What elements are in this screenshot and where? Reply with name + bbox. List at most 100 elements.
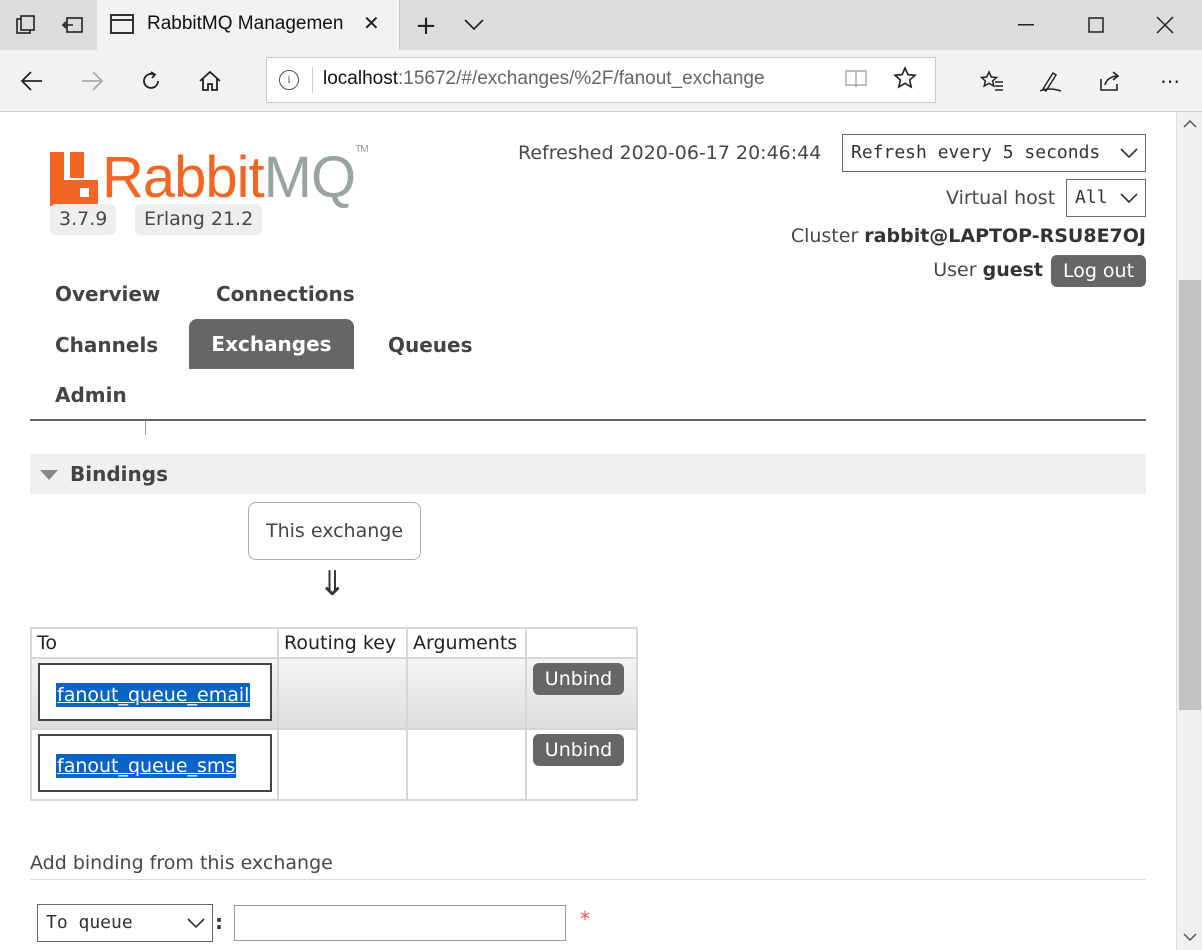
user-name: guest bbox=[982, 259, 1043, 281]
column-header-routing-key: Routing key bbox=[277, 627, 408, 659]
collapse-triangle-icon bbox=[40, 470, 58, 480]
tab-title: RabbitMQ Managemen bbox=[147, 13, 344, 34]
address-bar[interactable]: i localhost:15672/#/exchanges/%2F/fanout… bbox=[266, 57, 936, 103]
logo-tm-text: TM bbox=[355, 144, 368, 155]
url-text[interactable]: localhost:15672/#/exchanges/%2F/fanout_e… bbox=[323, 68, 765, 90]
user-info: User guest bbox=[933, 259, 1043, 281]
reading-view-icon[interactable] bbox=[845, 68, 867, 93]
destination-type-select[interactable]: To queue bbox=[37, 904, 213, 942]
maximize-icon[interactable] bbox=[1076, 10, 1116, 40]
scroll-up-icon[interactable] bbox=[1183, 116, 1197, 132]
vhost-value: All bbox=[1075, 187, 1108, 208]
nav-channels[interactable]: Channels bbox=[55, 333, 158, 357]
back-icon[interactable] bbox=[15, 65, 49, 97]
tab-list-chevron-icon[interactable] bbox=[461, 12, 487, 38]
binding-destination-cell: fanout_queue_sms bbox=[30, 728, 279, 801]
routing-key-cell bbox=[277, 728, 408, 801]
browser-tab-active[interactable]: RabbitMQ Managemen ✕ bbox=[97, 0, 400, 50]
rabbitmq-logo-icon bbox=[50, 152, 100, 206]
more-options-icon[interactable]: ⋯ bbox=[1154, 65, 1188, 97]
add-binding-divider bbox=[30, 879, 1146, 880]
routing-key-cell bbox=[277, 657, 408, 730]
colon-separator: : bbox=[215, 910, 223, 934]
add-binding-title: Add binding from this exchange bbox=[30, 852, 333, 874]
bindings-title: Bindings bbox=[70, 462, 168, 486]
bindings-table: To Routing key Arguments fanout_queue_em… bbox=[30, 627, 638, 801]
cluster-info: Cluster rabbit@LAPTOP-RSU8E7OJ bbox=[791, 225, 1146, 247]
vhost-label: Virtual host bbox=[946, 187, 1056, 209]
column-header-actions bbox=[525, 627, 638, 659]
nav-divider-tick bbox=[145, 421, 146, 435]
refresh-interval-select[interactable]: Refresh every 5 seconds bbox=[842, 134, 1146, 172]
action-cell: Unbind bbox=[525, 657, 638, 730]
vertical-scrollbar[interactable] bbox=[1176, 112, 1202, 950]
browser-tab-bar: RabbitMQ Managemen ✕ + bbox=[0, 0, 1202, 50]
logout-button[interactable]: Log out bbox=[1051, 255, 1146, 287]
rabbitmq-logo[interactable]: RabbitMQTM bbox=[50, 144, 380, 212]
binding-destination-cell: fanout_queue_email bbox=[30, 657, 279, 730]
pen-notes-icon[interactable] bbox=[1033, 65, 1067, 97]
refresh-icon[interactable] bbox=[134, 65, 168, 97]
unbind-button[interactable]: Unbind bbox=[533, 663, 624, 695]
url-path: :15672/#/exchanges/%2F/fanout_exchange bbox=[398, 68, 765, 89]
scroll-down-icon[interactable] bbox=[1183, 930, 1197, 946]
queue-destination-box: fanout_queue_email bbox=[38, 663, 272, 721]
table-row: fanout_queue_sms Unbind bbox=[30, 728, 638, 801]
vhost-select[interactable]: All bbox=[1066, 179, 1146, 217]
favorites-icon[interactable] bbox=[975, 65, 1009, 97]
this-exchange-box: This exchange bbox=[248, 502, 421, 560]
required-asterisk: * bbox=[580, 907, 590, 931]
erlang-badge: Erlang 21.2 bbox=[135, 204, 263, 235]
chevron-down-icon bbox=[1120, 148, 1138, 159]
user-label: User bbox=[933, 259, 977, 281]
nav-overview[interactable]: Overview bbox=[55, 282, 160, 306]
chevron-down-icon bbox=[187, 918, 205, 929]
url-host: localhost bbox=[323, 68, 398, 89]
column-header-arguments: Arguments bbox=[406, 627, 527, 659]
queue-destination-box: fanout_queue_sms bbox=[38, 734, 272, 792]
home-icon[interactable] bbox=[193, 65, 227, 97]
page-icon bbox=[110, 14, 134, 34]
refreshed-timestamp: Refreshed 2020-06-17 20:46:44 bbox=[518, 142, 822, 164]
queue-link[interactable]: fanout_queue_sms bbox=[56, 754, 237, 778]
set-tabs-aside-icon[interactable] bbox=[60, 12, 86, 38]
minimize-icon[interactable] bbox=[1006, 10, 1046, 40]
scrollbar-thumb[interactable] bbox=[1179, 280, 1201, 710]
column-header-to: To bbox=[30, 627, 279, 659]
site-info-icon[interactable]: i bbox=[279, 70, 299, 90]
logo-wordmark: RabbitMQTM bbox=[102, 144, 369, 211]
unbind-button[interactable]: Unbind bbox=[533, 734, 624, 766]
cluster-name: rabbit@LAPTOP-RSU8E7OJ bbox=[864, 225, 1146, 247]
nav-exchanges[interactable]: Exchanges bbox=[189, 319, 354, 369]
favorite-star-icon[interactable] bbox=[893, 66, 917, 96]
chevron-down-icon bbox=[1120, 193, 1138, 204]
action-cell: Unbind bbox=[525, 728, 638, 801]
nav-admin[interactable]: Admin bbox=[55, 383, 127, 407]
cluster-label: Cluster bbox=[790, 225, 859, 247]
page-viewport: RabbitMQTM 3.7.9 Erlang 21.2 Refreshed 2… bbox=[0, 112, 1176, 950]
tab-close-icon[interactable]: ✕ bbox=[363, 11, 380, 35]
bindings-section-header[interactable]: Bindings bbox=[30, 454, 1146, 494]
queue-link[interactable]: fanout_queue_email bbox=[56, 683, 251, 707]
nav-divider bbox=[30, 419, 1146, 421]
destination-name-input[interactable] bbox=[234, 905, 566, 941]
logo-mq-text: MQ bbox=[263, 145, 356, 210]
forward-icon[interactable] bbox=[75, 65, 109, 97]
destination-type-value: To queue bbox=[46, 912, 133, 933]
new-tab-icon[interactable]: + bbox=[413, 11, 439, 41]
version-badge: 3.7.9 bbox=[50, 204, 117, 235]
arguments-cell bbox=[406, 657, 527, 730]
window-close-icon[interactable] bbox=[1145, 10, 1185, 40]
nav-queues[interactable]: Queues bbox=[388, 333, 473, 357]
address-separator bbox=[312, 67, 313, 93]
share-icon[interactable] bbox=[1093, 65, 1127, 97]
arguments-cell bbox=[406, 728, 527, 801]
table-row: fanout_queue_email Unbind bbox=[30, 657, 638, 730]
down-double-arrow-icon: ⇓ bbox=[318, 564, 347, 604]
logo-rabbit-text: Rabbit bbox=[102, 145, 265, 210]
nav-connections[interactable]: Connections bbox=[216, 282, 355, 306]
refresh-interval-value: Refresh every 5 seconds bbox=[851, 142, 1101, 163]
tab-groups-icon[interactable] bbox=[13, 12, 39, 38]
browser-toolbar: i localhost:15672/#/exchanges/%2F/fanout… bbox=[0, 50, 1202, 112]
table-header-row: To Routing key Arguments bbox=[30, 627, 638, 659]
